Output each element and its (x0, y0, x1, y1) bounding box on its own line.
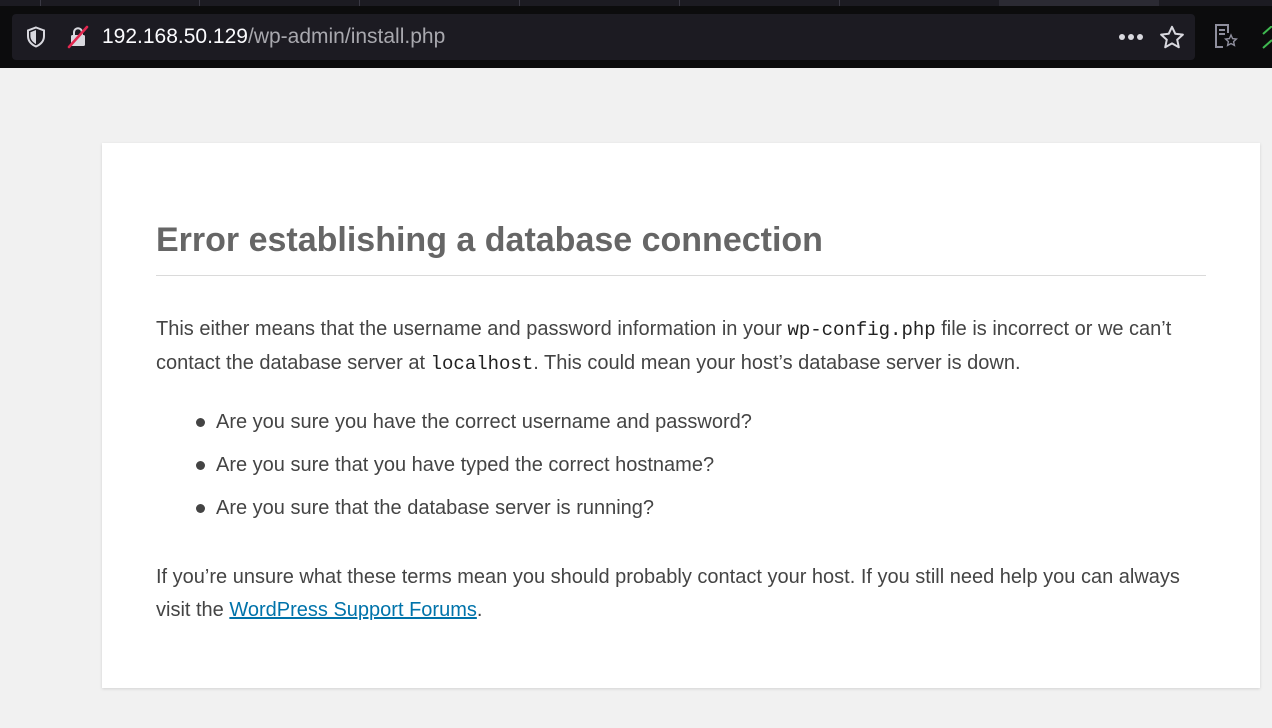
error-page-card: Error establishing a database connection… (102, 143, 1260, 688)
page-title: Error establishing a database connection (156, 217, 1206, 276)
bullet-icon (196, 418, 205, 427)
browser-toolbar: 192.168.50.129/wp-admin/install.php (0, 0, 1272, 68)
list-item: Are you sure that the database server is… (194, 491, 1094, 534)
bullet-icon (196, 504, 205, 513)
tab-separator (199, 0, 200, 6)
list-item-text: Are you sure that you have typed the cor… (216, 454, 715, 476)
bullet-icon (196, 461, 205, 470)
star-icon[interactable] (1158, 24, 1186, 50)
url-host: 192.168.50.129 (102, 25, 248, 48)
tab-active[interactable] (999, 0, 1159, 6)
insecure-lock-icon[interactable] (66, 25, 90, 49)
support-forums-link[interactable]: WordPress Support Forums (229, 599, 477, 621)
tab-separator (359, 0, 360, 6)
url-path: /wp-admin/install.php (247, 25, 446, 48)
intro-text-1: This either means that the username and … (156, 318, 788, 340)
more-icon[interactable] (1116, 25, 1146, 49)
config-filename: wp-config.php (787, 319, 936, 341)
address-bar[interactable]: 192.168.50.129/wp-admin/install.php (12, 14, 1195, 60)
tab-strip (0, 0, 1272, 6)
list-item-text: Are you sure that the database server is… (216, 497, 655, 519)
tab-separator (679, 0, 680, 6)
reader-view-icon[interactable] (1212, 22, 1238, 50)
shield-icon[interactable] (24, 25, 48, 49)
list-item: Are you sure you have the correct userna… (194, 405, 1094, 448)
help-text: If you’re unsure what these terms mean y… (156, 561, 1186, 626)
error-explanation: This either means that the username and … (156, 313, 1186, 380)
tab-separator (40, 0, 41, 6)
list-item: Are you sure that you have typed the cor… (194, 448, 1094, 491)
list-item-text: Are you sure you have the correct userna… (216, 411, 752, 433)
url-text[interactable]: 192.168.50.129/wp-admin/install.php (102, 25, 445, 49)
extension-icon[interactable] (1262, 26, 1272, 50)
help-text-2: . (476, 598, 483, 621)
tab-separator (519, 0, 520, 6)
tab-separator (839, 0, 840, 6)
intro-text-3: . This could mean your host’s database s… (533, 351, 1021, 374)
troubleshooting-list: Are you sure you have the correct userna… (194, 405, 1094, 534)
db-hostname: localhost (430, 352, 534, 375)
